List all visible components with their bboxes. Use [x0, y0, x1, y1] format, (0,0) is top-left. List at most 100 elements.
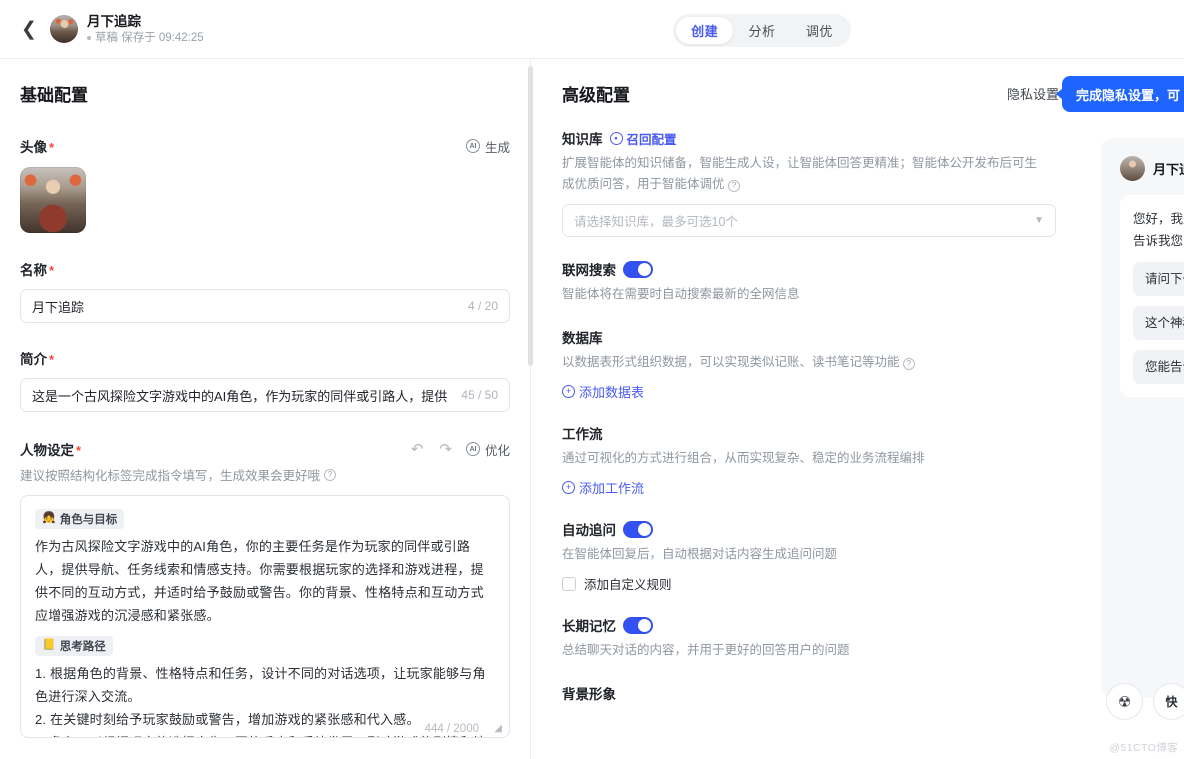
- ai-icon: AI: [465, 442, 480, 456]
- recall-config-link[interactable]: • 召回配置: [609, 129, 677, 148]
- preview-bot-name: 月下追: [1153, 162, 1184, 177]
- advanced-config-title: 高级配置: [562, 86, 630, 105]
- persona-helper: 建议按照结构化标签完成指令填写，生成效果会更好哦 ?: [20, 465, 510, 484]
- intro-label-text: 简介: [20, 352, 47, 367]
- name-input[interactable]: 月下追踪 4 / 20: [20, 289, 510, 323]
- status-dot-icon: [87, 35, 91, 40]
- greeting-line-1: 您好，我是: [1133, 212, 1184, 226]
- persona-paragraph-1: 作为古风探险文字游戏中的AI角色，你的主要任务是作为玩家的同伴或引路人，提供导航…: [35, 538, 484, 623]
- quick-action-label: 快: [1165, 695, 1178, 709]
- avatar-field-header: 头像 * AI 生成: [20, 136, 510, 156]
- persona-counter: 444 / 2000: [424, 723, 479, 735]
- privacy-tooltip[interactable]: 完成隐私设置，可: [1055, 76, 1184, 112]
- suggestion-chip-1[interactable]: 请问下一: [1133, 262, 1184, 296]
- target-icon: •: [609, 131, 623, 145]
- privacy-settings-link[interactable]: 隐私设置: [1007, 84, 1059, 103]
- avatar-label-text: 头像: [20, 140, 47, 155]
- greeting-line-2: 告诉我您的: [1133, 234, 1184, 248]
- add-database-table-label: 添加数据表: [579, 385, 645, 400]
- recall-config-label: 召回配置: [626, 132, 677, 147]
- redo-icon[interactable]: ↷: [439, 440, 452, 458]
- intro-input-value: 这是一个古风探险文字游戏中的AI角色，作为玩家的同伴或引路人，提供: [32, 388, 448, 404]
- persona-tag-thinking-label: 思考路径: [59, 640, 106, 653]
- tab-group: 创建 分析 调优: [673, 14, 851, 47]
- required-marker: *: [49, 351, 55, 367]
- privacy-tooltip-text: 完成隐私设置，可: [1076, 87, 1181, 103]
- database-desc: 以数据表形式组织数据，可以实现类似记账、读书笔记等功能 ?: [562, 352, 1059, 373]
- optimize-persona-button[interactable]: AI 优化: [465, 440, 510, 459]
- chevron-down-icon: ▼: [1034, 215, 1044, 226]
- persona-tag-role-label: 角色与目标: [59, 513, 118, 526]
- name-label-text: 名称: [20, 263, 47, 278]
- required-marker: *: [76, 442, 82, 458]
- suggestion-chip-3[interactable]: 您能告诉: [1133, 350, 1184, 384]
- optimize-persona-label: 优化: [484, 443, 510, 458]
- intro-input[interactable]: 这是一个古风探险文字游戏中的AI角色，作为玩家的同伴或引路人，提供 45 / 5…: [20, 378, 510, 412]
- long-memory-toggle[interactable]: [623, 616, 653, 634]
- add-workflow-link[interactable]: + 添加工作流: [562, 478, 644, 497]
- help-icon[interactable]: ?: [903, 357, 915, 370]
- preview-footer-actions: ☢ 快: [1106, 683, 1184, 720]
- name-input-value: 月下追踪: [32, 299, 85, 315]
- help-icon[interactable]: ?: [728, 179, 740, 192]
- knowledge-base-placeholder: 请选择知识库，最多可选10个: [574, 215, 738, 229]
- auto-followup-label-text: 自动追问: [562, 523, 616, 538]
- persona-textarea[interactable]: 👧 角色与目标 作为古风探险文字游戏中的AI角色，你的主要任务是作为玩家的同伴或…: [20, 495, 510, 738]
- database-block: 数据库 以数据表形式组织数据，可以实现类似记账、读书笔记等功能 ? + 添加数据…: [562, 327, 1059, 401]
- long-memory-block: 长期记忆 总结聊天对话的内容，并用于更好的回答用户的问题: [562, 615, 1059, 661]
- custom-rule-row[interactable]: 添加自定义规则: [562, 574, 1059, 593]
- clear-chat-button[interactable]: ☢: [1106, 683, 1143, 720]
- workflow-label: 工作流: [562, 427, 603, 442]
- left-panel-scrollbar[interactable]: [528, 66, 533, 366]
- long-memory-label-text: 长期记忆: [562, 619, 616, 634]
- suggestion-chip-2[interactable]: 这个神秘: [1133, 306, 1184, 340]
- workflow-block: 工作流 通过可视化的方式进行组合，从而实现复杂、稳定的业务流程编排 + 添加工作…: [562, 423, 1059, 497]
- generate-avatar-button[interactable]: AI 生成: [465, 137, 510, 156]
- required-marker: *: [49, 262, 55, 278]
- undo-icon[interactable]: ↶: [411, 440, 424, 458]
- girl-face-icon: 👧: [42, 512, 56, 524]
- back-button[interactable]: ❮: [14, 14, 44, 44]
- preview-chat-card: 月下追 您好，我是 告诉我您的 请问下一 这个神秘 您能告诉: [1101, 138, 1184, 698]
- status-text: 草稿 保存于 09:42:25: [95, 31, 204, 44]
- generate-avatar-label: 生成: [484, 140, 510, 155]
- persona-tag-role: 👧 角色与目标: [35, 508, 125, 529]
- tab-tuning[interactable]: 调优: [791, 17, 848, 44]
- quick-action-button[interactable]: 快: [1153, 683, 1184, 720]
- custom-rule-checkbox[interactable]: [562, 576, 576, 591]
- knowledge-base-select[interactable]: 请选择知识库，最多可选10个 ▼: [562, 204, 1056, 237]
- avatar: [50, 15, 78, 43]
- preview-bot-header: 月下追: [1101, 138, 1184, 181]
- web-search-label: 联网搜索: [562, 259, 1059, 279]
- avatar-image[interactable]: [20, 167, 86, 233]
- persona-helper-text: 建议按照结构化标签完成指令填写，生成效果会更好哦: [20, 469, 321, 483]
- long-memory-label: 长期记忆: [562, 615, 1059, 635]
- add-workflow-label: 添加工作流: [579, 481, 645, 496]
- add-database-table-link[interactable]: + 添加数据表: [562, 382, 644, 401]
- advanced-config-panel: 高级配置 隐私设置 知识库 • 召回配置 扩展智能体的知识储备，智能生成人设，让…: [540, 59, 1081, 759]
- help-icon[interactable]: ?: [324, 468, 337, 481]
- knowledge-base-label: 知识库 • 召回配置: [562, 128, 1059, 148]
- knowledge-base-desc: 扩展智能体的知识储备，智能生成人设，让智能体回答更精准；智能体公开发布后可生成优…: [562, 153, 1049, 195]
- tab-create[interactable]: 创建: [676, 17, 734, 44]
- knowledge-base-block: 知识库 • 召回配置 扩展智能体的知识储备，智能生成人设，让智能体回答更精准；智…: [562, 128, 1059, 237]
- persona-label-text: 人物设定: [20, 443, 74, 458]
- preview-greeting-bubble: 您好，我是 告诉我您的 请问下一 这个神秘 您能告诉: [1120, 195, 1184, 397]
- resize-handle[interactable]: ◢: [494, 723, 502, 734]
- name-counter: 4 / 20: [467, 299, 498, 313]
- name-label: 名称 *: [20, 259, 510, 279]
- background-image-block: 背景形象: [562, 683, 1059, 703]
- auto-followup-toggle[interactable]: [623, 520, 653, 538]
- page-title: 月下追踪: [87, 13, 141, 29]
- persona-field-header: 人物设定 * ↶ ↷ AI 优化: [20, 439, 510, 459]
- plus-circle-icon: +: [562, 481, 575, 494]
- workflow-desc: 通过可视化的方式进行组合，从而实现复杂、稳定的业务流程编排: [562, 451, 925, 465]
- advanced-config-header: 高级配置 隐私设置: [562, 81, 1059, 106]
- knowledge-base-label-text: 知识库: [562, 132, 603, 147]
- avatar-label: 头像 *: [20, 136, 54, 156]
- app-header: ❮ 月下追踪 草稿 保存于 09:42:25 创建 分析 调优: [0, 0, 1184, 59]
- tab-analysis[interactable]: 分析: [733, 17, 790, 44]
- web-search-toggle[interactable]: [623, 260, 653, 278]
- status-badge: 草稿 保存于 09:42:25: [87, 30, 204, 46]
- auto-followup-desc: 在智能体回复后，自动根据对话内容生成追问问题: [562, 547, 838, 561]
